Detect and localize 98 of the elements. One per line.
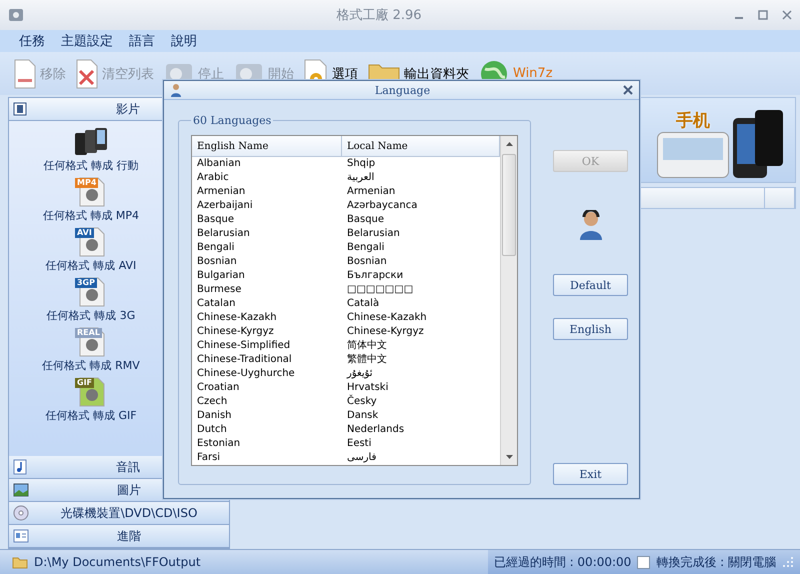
conversion-item[interactable]: GIF 任何格式 轉成 GIF bbox=[45, 377, 137, 423]
landscape-picture-icon bbox=[13, 483, 29, 497]
language-cell[interactable]: Chinese-Kazakh bbox=[192, 311, 342, 325]
language-cell[interactable]: Belarusian bbox=[342, 227, 500, 241]
language-cell[interactable]: Azərbaycanca bbox=[342, 199, 500, 213]
person-icon bbox=[170, 83, 182, 97]
conversion-label: 任何格式 轉成 3G bbox=[46, 308, 136, 323]
language-cell[interactable]: Bulgarian bbox=[192, 269, 342, 283]
language-cell[interactable]: □□□□□□□ bbox=[342, 283, 500, 297]
dialog-button[interactable]: Exit bbox=[553, 463, 628, 485]
language-cell[interactable]: Chinese-Kyrgyz bbox=[342, 325, 500, 339]
language-cell[interactable]: Burmese bbox=[192, 283, 342, 297]
menu-item[interactable]: 主題設定 bbox=[61, 32, 113, 50]
dialog-title: Language bbox=[374, 84, 432, 96]
language-cell[interactable]: Nederlands bbox=[342, 423, 500, 437]
conversion-label: 任何格式 轉成 AVI bbox=[46, 258, 136, 273]
language-cell[interactable]: Bosnian bbox=[192, 255, 342, 269]
language-cell[interactable]: Hrvatski bbox=[342, 381, 500, 395]
mobile-phones-icon bbox=[73, 127, 109, 157]
file-type-tag: GIF bbox=[75, 378, 94, 388]
language-cell[interactable]: Chinese-Uyghurche bbox=[192, 367, 342, 381]
language-cell[interactable]: Bengali bbox=[342, 241, 500, 255]
language-cell[interactable]: Chinese-Kazakh bbox=[342, 311, 500, 325]
menu-item[interactable]: 說明 bbox=[171, 32, 197, 50]
resize-grip-icon[interactable] bbox=[782, 556, 794, 568]
language-cell[interactable]: Armenian bbox=[342, 185, 500, 199]
scrollbar[interactable] bbox=[500, 136, 517, 465]
language-cell[interactable]: Azerbaijani bbox=[192, 199, 342, 213]
language-cell[interactable]: Shqip bbox=[342, 157, 500, 171]
file-type-tag: REAL bbox=[75, 328, 102, 338]
film-strip-icon bbox=[13, 102, 27, 116]
conversion-item[interactable]: MP4 任何格式 轉成 MP4 bbox=[42, 177, 140, 223]
language-cell[interactable]: Bosnian bbox=[342, 255, 500, 269]
language-cell[interactable]: Chinese-Simplified bbox=[192, 339, 342, 353]
scroll-up-icon[interactable] bbox=[506, 142, 512, 146]
conversion-item[interactable]: 3GP 任何格式 轉成 3G bbox=[46, 277, 136, 323]
dialog-button[interactable]: English bbox=[553, 318, 628, 340]
language-cell[interactable]: Armenian bbox=[192, 185, 342, 199]
language-cell[interactable]: Dutch bbox=[192, 423, 342, 437]
conversion-label: 任何格式 轉成 GIF bbox=[45, 408, 137, 423]
language-cell[interactable]: Català bbox=[342, 297, 500, 311]
close-icon[interactable] bbox=[782, 10, 792, 20]
language-cell[interactable]: Catalan bbox=[192, 297, 342, 311]
language-cell[interactable]: Chinese-Traditional bbox=[192, 353, 342, 367]
conversion-item[interactable]: 任何格式 轉成 行動 bbox=[44, 127, 138, 173]
scroll-thumb[interactable] bbox=[502, 154, 516, 256]
menu-item[interactable]: 語言 bbox=[129, 32, 155, 50]
language-cell[interactable]: Arabic bbox=[192, 171, 342, 185]
language-cell[interactable]: Basque bbox=[192, 213, 342, 227]
language-cell[interactable]: 繁體中文 bbox=[342, 353, 500, 367]
conversion-item[interactable]: AVI 任何格式 轉成 AVI bbox=[46, 227, 136, 273]
language-cell[interactable]: فارسی bbox=[342, 451, 500, 465]
file-type-tag: AVI bbox=[75, 228, 94, 238]
language-cell[interactable]: Eesti bbox=[342, 437, 500, 451]
scroll-down-icon[interactable] bbox=[506, 455, 512, 459]
close-icon[interactable] bbox=[623, 85, 633, 95]
window-title: 格式工廠 2.96 bbox=[336, 7, 422, 24]
slider-phone-drawing bbox=[657, 132, 729, 178]
conversion-item[interactable]: REAL 任何格式 轉成 RMV bbox=[42, 327, 140, 373]
language-cell[interactable]: العربية bbox=[342, 171, 500, 185]
menu-item[interactable]: 任務 bbox=[19, 32, 45, 50]
category-header[interactable]: 光碟機裝置\DVD\CD\ISO bbox=[9, 502, 229, 525]
language-cell[interactable]: Basque bbox=[342, 213, 500, 227]
form-icon bbox=[13, 529, 29, 543]
language-cell[interactable]: Česky bbox=[342, 395, 500, 409]
conversion-label: 任何格式 轉成 RMV bbox=[42, 358, 140, 373]
column-header[interactable]: English Name bbox=[192, 136, 342, 156]
language-cell[interactable]: Български bbox=[342, 269, 500, 283]
conversion-label: 任何格式 轉成 MP4 bbox=[42, 208, 140, 223]
language-cell[interactable]: Chinese-Kyrgyz bbox=[192, 325, 342, 339]
maximize-icon[interactable] bbox=[758, 10, 768, 20]
app-icon bbox=[8, 7, 24, 23]
conversion-label: 任何格式 轉成 行動 bbox=[44, 158, 138, 173]
language-cell[interactable]: Croatian bbox=[192, 381, 342, 395]
output-path: D:\My Documents\FFOutput bbox=[34, 555, 201, 569]
folder-icon bbox=[12, 556, 28, 568]
category-header[interactable]: 進階 bbox=[9, 525, 229, 548]
music-note-icon bbox=[13, 459, 27, 475]
language-cell[interactable]: Bengali bbox=[192, 241, 342, 255]
language-cell[interactable]: Czech bbox=[192, 395, 342, 409]
language-cell[interactable]: Estonian bbox=[192, 437, 342, 451]
document-icon bbox=[14, 58, 36, 88]
language-cell[interactable]: Dansk bbox=[342, 409, 500, 423]
language-cell[interactable]: 简体中文 bbox=[342, 339, 500, 353]
file-type-tag: MP4 bbox=[75, 178, 98, 188]
language-cell[interactable]: Belarusian bbox=[192, 227, 342, 241]
language-cell[interactable]: ئۇيغۇر bbox=[342, 367, 500, 381]
language-cell[interactable]: Danish bbox=[192, 409, 342, 423]
smartphones-drawing bbox=[733, 110, 783, 178]
dialog-button[interactable]: Default bbox=[553, 274, 628, 296]
disc-icon bbox=[13, 505, 29, 521]
elapsed-time: 已經過的時間 : 00:00:00 bbox=[494, 554, 632, 570]
language-cell[interactable]: Albanian bbox=[192, 157, 342, 171]
banner-text: 手机 bbox=[676, 110, 710, 132]
shutdown-label: 轉換完成後 : 關閉電腦 bbox=[656, 554, 776, 570]
clear-list-icon bbox=[76, 58, 98, 88]
file-type-tag: 3GP bbox=[74, 278, 97, 288]
shutdown-checkbox[interactable] bbox=[637, 556, 650, 568]
